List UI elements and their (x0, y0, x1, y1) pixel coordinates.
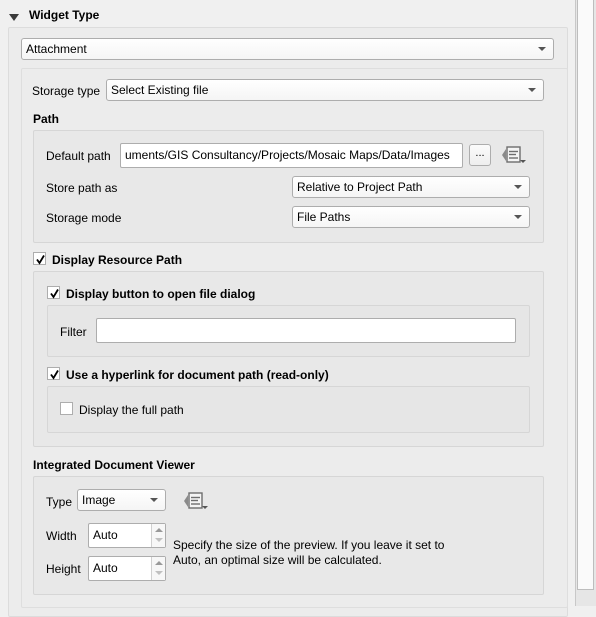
widget-type-value: Attachment (26, 42, 87, 56)
chevron-down-icon (514, 185, 522, 189)
store-path-as-value: Relative to Project Path (297, 180, 423, 194)
spin-buttons[interactable] (151, 524, 165, 547)
data-defined-override-icon[interactable] (182, 490, 210, 512)
path-section-title: Path (33, 112, 60, 126)
collapse-toggle-icon[interactable] (9, 11, 19, 21)
document-viewer-title: Integrated Document Viewer (33, 458, 195, 472)
hyperlink-checkbox[interactable] (47, 367, 60, 380)
spin-up-icon[interactable] (155, 528, 163, 532)
default-path-label: Default path (46, 149, 111, 163)
browse-button[interactable]: ... (469, 144, 491, 166)
viewer-type-combo[interactable]: Image (77, 489, 166, 511)
widget-type-header[interactable]: Widget Type (29, 7, 99, 23)
viewer-size-help-text: Specify the size of the preview. If you … (173, 538, 445, 567)
checkmark-icon (36, 255, 45, 265)
storage-type-label: Storage type (32, 84, 101, 98)
storage-type-combo[interactable]: Select Existing file (106, 79, 544, 101)
viewer-width-label: Width (46, 529, 77, 543)
viewer-height-value: Auto (93, 561, 118, 575)
storage-mode-combo[interactable]: File Paths (292, 206, 530, 228)
storage-mode-label: Storage mode (46, 211, 122, 225)
data-defined-override-icon[interactable] (500, 144, 528, 166)
filter-label: Filter (60, 325, 87, 339)
filter-input[interactable] (96, 318, 516, 343)
default-path-input[interactable]: uments/GIS Consultancy/Projects/Mosaic M… (120, 143, 463, 168)
viewer-width-value: Auto (93, 528, 118, 542)
chevron-down-icon (528, 88, 536, 92)
display-resource-path-label[interactable]: Display Resource Path (52, 252, 182, 268)
viewer-width-spinbox[interactable]: Auto (88, 523, 166, 548)
viewer-height-spinbox[interactable]: Auto (88, 556, 166, 581)
chevron-down-icon (150, 498, 158, 502)
viewer-height-label: Height (46, 562, 81, 576)
viewer-type-label: Type (46, 495, 73, 509)
store-path-as-label: Store path as (46, 181, 118, 195)
chevron-down-icon (538, 47, 546, 51)
hyperlink-label[interactable]: Use a hyperlink for document path (read-… (66, 367, 329, 383)
checkmark-icon (50, 370, 59, 380)
store-path-as-combo[interactable]: Relative to Project Path (292, 176, 530, 198)
viewer-type-value: Image (82, 493, 116, 507)
checkmark-icon (50, 289, 59, 299)
default-path-value: uments/GIS Consultancy/Projects/Mosaic M… (125, 148, 450, 162)
display-resource-path-checkbox[interactable] (33, 252, 46, 265)
storage-mode-value: File Paths (297, 210, 351, 224)
open-file-dialog-checkbox[interactable] (47, 286, 60, 299)
widget-type-combo[interactable]: Attachment (21, 38, 554, 60)
chevron-down-icon (514, 215, 522, 219)
spin-up-icon[interactable] (155, 561, 163, 565)
full-path-checkbox[interactable] (60, 402, 73, 415)
storage-type-value: Select Existing file (111, 83, 209, 97)
scrollbar-handle[interactable] (577, 0, 594, 590)
spin-down-icon[interactable] (155, 538, 163, 542)
open-file-dialog-label[interactable]: Display button to open file dialog (66, 286, 255, 302)
spin-buttons[interactable] (151, 557, 165, 580)
full-path-label[interactable]: Display the full path (79, 402, 184, 418)
spin-down-icon[interactable] (155, 571, 163, 575)
